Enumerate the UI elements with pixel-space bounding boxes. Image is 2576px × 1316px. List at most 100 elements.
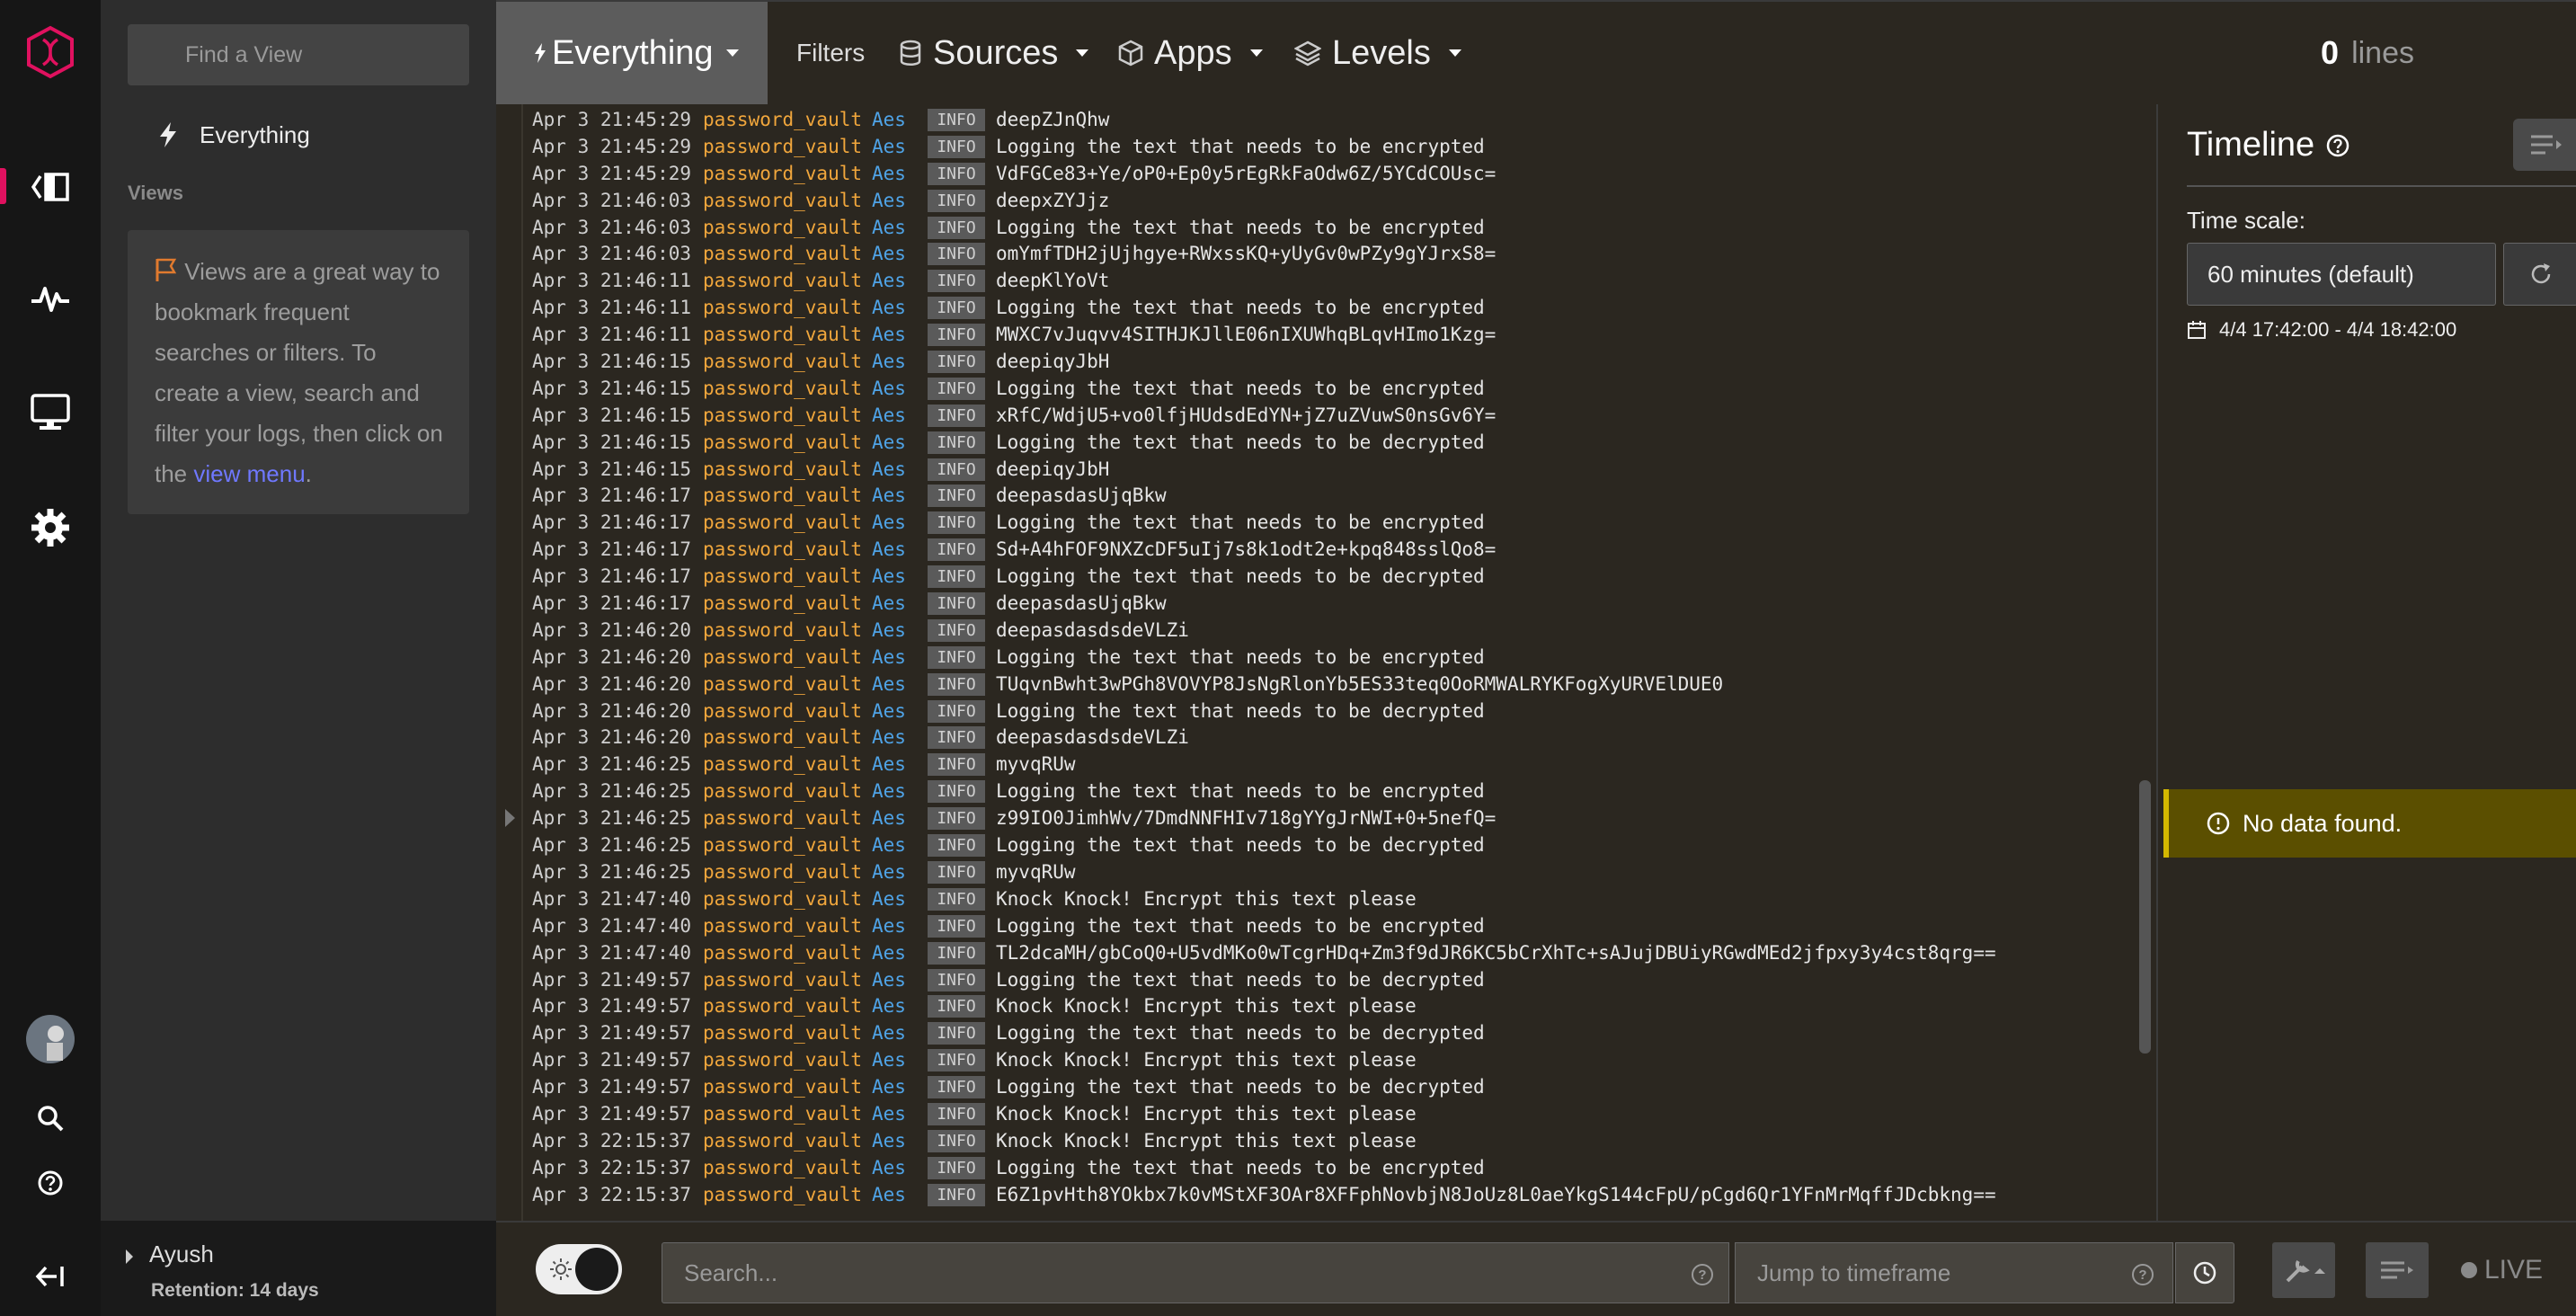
layers-icon [1294, 40, 1321, 67]
log-line[interactable]: Apr 3 21:46:20 password_vault Aes INFO Loggi… [532, 698, 1996, 725]
log-line[interactable]: Apr 3 21:46:20 password_vault Aes INFO TUqvn… [532, 671, 1996, 698]
log-scrollbar[interactable] [2139, 780, 2151, 1054]
log-line[interactable]: Apr 3 21:46:20 password_vault Aes INFO Loggi… [532, 645, 1996, 671]
timeframe-help-icon[interactable]: ? [2132, 1264, 2154, 1285]
log-app-name: password_vault [703, 887, 863, 910]
log-line[interactable]: Apr 3 21:46:15 password_vault Aes INFO Loggi… [532, 430, 1996, 457]
log-line[interactable]: Apr 3 21:49:57 password_vault Aes INFO Loggi… [532, 1074, 1996, 1101]
user-panel[interactable]: Ayush Retention: 14 days [101, 1221, 496, 1316]
log-message: Knock Knock! Encrypt this text please [996, 995, 1417, 1018]
log-line[interactable]: Apr 3 21:46:17 password_vault Aes INFO deepa… [532, 591, 1996, 618]
log-source-name: Aes [872, 672, 906, 695]
help-icon[interactable] [0, 1167, 101, 1199]
log-level-badge: INFO [928, 189, 986, 212]
log-line[interactable]: Apr 3 21:46:17 password_vault Aes INFO deepa… [532, 483, 1996, 510]
log-line[interactable]: Apr 3 21:46:15 password_vault Aes INFO Loggi… [532, 376, 1996, 403]
timeline-toggle-button[interactable] [2513, 119, 2576, 171]
wrap-lines-button[interactable] [2366, 1242, 2429, 1298]
log-line[interactable]: Apr 3 21:47:40 password_vault Aes INFO Knock… [532, 886, 1996, 913]
log-app-name: password_vault [703, 941, 863, 964]
monitor-icon[interactable] [0, 392, 101, 433]
log-line[interactable]: Apr 3 21:49:57 password_vault Aes INFO Loggi… [532, 1020, 1996, 1047]
log-line[interactable]: Apr 3 21:47:40 password_vault Aes INFO TL2dc… [532, 940, 1996, 967]
log-line[interactable]: Apr 3 21:49:57 password_vault Aes INFO Knock… [532, 993, 1996, 1020]
view-menu-link[interactable]: view menu [193, 460, 305, 487]
find-view-input[interactable]: Find a View [128, 24, 469, 85]
log-source-name: Aes [872, 887, 906, 910]
log-message: Logging the text that needs to be encryp… [996, 216, 1485, 238]
jump-to-timeframe-input[interactable] [1735, 1242, 2173, 1303]
search-icon[interactable] [0, 1100, 101, 1136]
log-source-name: Aes [872, 645, 906, 668]
log-line[interactable]: Apr 3 22:15:37 password_vault Aes INFO Loggi… [532, 1155, 1996, 1182]
apps-dropdown[interactable]: Apps [1118, 2, 1263, 104]
filters-button[interactable]: Filters [796, 2, 865, 104]
tools-button[interactable] [2272, 1242, 2335, 1298]
log-line[interactable]: Apr 3 21:46:20 password_vault Aes INFO deepa… [532, 618, 1996, 645]
log-timestamp: Apr 3 21:49:57 [532, 995, 692, 1018]
log-line[interactable]: Apr 3 21:46:15 password_vault Aes INFO deepi… [532, 457, 1996, 484]
log-line[interactable]: Apr 3 21:46:11 password_vault Aes INFO Loggi… [532, 295, 1996, 322]
toggle-knob [575, 1248, 618, 1291]
log-line[interactable]: Apr 3 21:46:17 password_vault Aes INFO Loggi… [532, 510, 1996, 537]
log-message: deepxZYJjz [996, 189, 1110, 211]
log-line[interactable]: Apr 3 21:46:25 password_vault Aes INFO myvqR… [532, 859, 1996, 886]
log-line[interactable]: Apr 3 21:45:29 password_vault Aes INFO deepZ… [532, 107, 1996, 134]
log-app-name: password_vault [703, 807, 863, 830]
log-line[interactable]: Apr 3 21:46:20 password_vault Aes INFO deepa… [532, 725, 1996, 751]
refresh-button[interactable] [2503, 243, 2576, 306]
timeline-divider [2187, 185, 2576, 187]
log-viewer[interactable]: Apr 3 21:45:29 password_vault Aes INFO deepZ… [496, 104, 2156, 1221]
log-line[interactable]: Apr 3 21:46:25 password_vault Aes INFO z99IO… [532, 805, 1996, 832]
log-line[interactable]: Apr 3 21:46:25 password_vault Aes INFO Loggi… [532, 832, 1996, 859]
log-line[interactable]: Apr 3 22:15:37 password_vault Aes INFO Knock… [532, 1128, 1996, 1155]
log-line[interactable]: Apr 3 21:46:25 password_vault Aes INFO myvqR… [532, 751, 1996, 778]
expand-timeline-icon[interactable] [505, 809, 515, 827]
log-line[interactable]: Apr 3 21:46:03 password_vault Aes INFO deepx… [532, 188, 1996, 215]
log-source-name: Aes [872, 780, 906, 803]
time-scale-select[interactable]: 60 minutes (default) [2187, 243, 2496, 306]
log-line[interactable]: Apr 3 21:46:03 password_vault Aes INFO Loggi… [532, 215, 1996, 242]
log-line[interactable]: Apr 3 21:45:29 password_vault Aes INFO VdFGC… [532, 161, 1996, 188]
log-source-name: Aes [872, 1049, 906, 1071]
activity-icon[interactable] [0, 279, 101, 318]
log-level-badge: INFO [928, 243, 986, 266]
log-line[interactable]: Apr 3 21:49:57 password_vault Aes INFO Knock… [532, 1101, 1996, 1128]
views-panel-icon[interactable] [0, 167, 101, 207]
avatar[interactable] [0, 1014, 101, 1064]
log-source-name: Aes [872, 162, 906, 184]
log-line[interactable]: Apr 3 21:46:17 password_vault Aes INFO Sd+A4… [532, 537, 1996, 564]
log-line[interactable]: Apr 3 21:49:57 password_vault Aes INFO Knock… [532, 1047, 1996, 1074]
sidebar-item-everything[interactable]: Everything [158, 117, 310, 153]
collapse-sidebar-icon[interactable] [0, 1258, 101, 1294]
time-picker-button[interactable] [2175, 1242, 2234, 1303]
log-line[interactable]: Apr 3 21:46:25 password_vault Aes INFO Loggi… [532, 778, 1996, 805]
log-line[interactable]: Apr 3 22:15:37 password_vault Aes INFO E6Z1p… [532, 1182, 1996, 1209]
wrap-lines-icon [2381, 1261, 2413, 1279]
active-view-dropdown[interactable]: Everything [496, 2, 768, 104]
log-line[interactable]: Apr 3 21:46:03 password_vault Aes INFO omYmf… [532, 241, 1996, 268]
search-help-icon[interactable]: ? [1692, 1264, 1713, 1285]
settings-gear-icon[interactable] [0, 505, 101, 550]
sources-dropdown[interactable]: Sources [899, 2, 1089, 104]
theme-toggle[interactable] [536, 1244, 622, 1294]
log-line[interactable]: Apr 3 21:46:15 password_vault Aes INFO deepi… [532, 349, 1996, 376]
search-input[interactable] [662, 1242, 1729, 1303]
help-icon[interactable] [2325, 133, 2350, 158]
log-line[interactable]: Apr 3 21:47:40 password_vault Aes INFO Loggi… [532, 913, 1996, 940]
levels-dropdown[interactable]: Levels [1294, 2, 1461, 104]
log-message: deepZJnQhw [996, 109, 1110, 130]
chevron-down-icon [1076, 49, 1089, 57]
log-message: Logging the text that needs to be decryp… [996, 968, 1485, 991]
log-source-name: Aes [872, 941, 906, 964]
log-line[interactable]: Apr 3 21:46:11 password_vault Aes INFO deepK… [532, 268, 1996, 295]
log-timestamp: Apr 3 21:46:17 [532, 565, 692, 588]
top-bar: Everything Filters Sources Apps Levels 0… [496, 0, 2576, 104]
log-line[interactable]: Apr 3 21:49:57 password_vault Aes INFO Loggi… [532, 967, 1996, 994]
log-line[interactable]: Apr 3 21:45:29 password_vault Aes INFO Loggi… [532, 134, 1996, 161]
logo-icon[interactable] [0, 23, 101, 81]
log-line[interactable]: Apr 3 21:46:11 password_vault Aes INFO MWXC7… [532, 322, 1996, 349]
live-toggle[interactable]: LIVE [2461, 1255, 2543, 1285]
log-line[interactable]: Apr 3 21:46:17 password_vault Aes INFO Loggi… [532, 564, 1996, 591]
log-line[interactable]: Apr 3 21:46:15 password_vault Aes INFO xRfC/… [532, 403, 1996, 430]
